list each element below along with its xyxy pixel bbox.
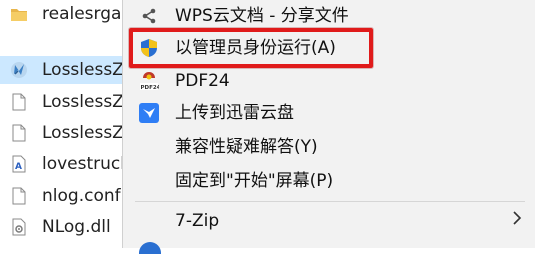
app-exe-icon	[11, 62, 27, 78]
menu-item-label: 固定到"开始"屏幕(P)	[175, 171, 334, 191]
file-name: LosslessZo	[42, 123, 122, 143]
svg-text:A: A	[15, 162, 22, 172]
file-row[interactable]: NLog.dll	[0, 213, 122, 241]
menu-separator	[135, 201, 525, 202]
file-row[interactable]: realesrgan	[0, 0, 122, 28]
share-icon	[142, 8, 156, 24]
menu-item-label: 7-Zip	[175, 211, 220, 231]
menu-item-label: PDF24	[175, 71, 230, 91]
menu-item-compat-troubleshoot[interactable]: 兼容性疑难解答(Y)	[123, 131, 535, 163]
file-name: realesrgan	[42, 4, 122, 24]
file-row[interactable]: nlog.conf	[0, 182, 122, 210]
menu-item-pdf24[interactable]: PDF24 PDF24	[123, 65, 535, 97]
document-icon	[12, 124, 26, 142]
file-name: LosslessZo	[42, 60, 122, 80]
menu-item-pin-to-start[interactable]: 固定到"开始"屏幕(P)	[123, 165, 535, 197]
menu-item-thunder-upload[interactable]: 上传到迅雷云盘	[123, 97, 535, 129]
chevron-right-icon	[513, 211, 522, 225]
dll-file-icon	[12, 218, 26, 236]
document-icon	[12, 187, 26, 205]
folder-icon	[11, 9, 27, 21]
file-list: realesrgan LosslessZo LosslessZo Lossles…	[0, 0, 122, 248]
document-icon	[12, 93, 26, 111]
svg-text:PDF24: PDF24	[141, 85, 160, 91]
file-name: LosslessZo	[42, 92, 122, 112]
file-name: nlog.conf	[42, 186, 121, 206]
file-name: NLog.dll	[42, 217, 111, 237]
annotation-highlight-box	[129, 28, 373, 68]
menu-item-7zip[interactable]: 7-Zip	[123, 205, 535, 237]
menu-item-label: 兼容性疑难解答(Y)	[175, 137, 318, 157]
partial-menu-icon	[139, 242, 161, 254]
file-row[interactable]: A lovestruck	[0, 150, 122, 178]
text-file-icon: A	[12, 155, 26, 173]
pdf24-icon: PDF24	[140, 72, 160, 91]
file-row-selected[interactable]: LosslessZo	[0, 56, 122, 84]
thunder-cloud-icon	[139, 103, 159, 123]
menu-item-label: 上传到迅雷云盘	[175, 103, 294, 123]
file-row[interactable]: LosslessZo	[0, 119, 122, 147]
file-name: lovestruck	[42, 154, 122, 174]
file-row[interactable]: LosslessZo	[0, 88, 122, 116]
